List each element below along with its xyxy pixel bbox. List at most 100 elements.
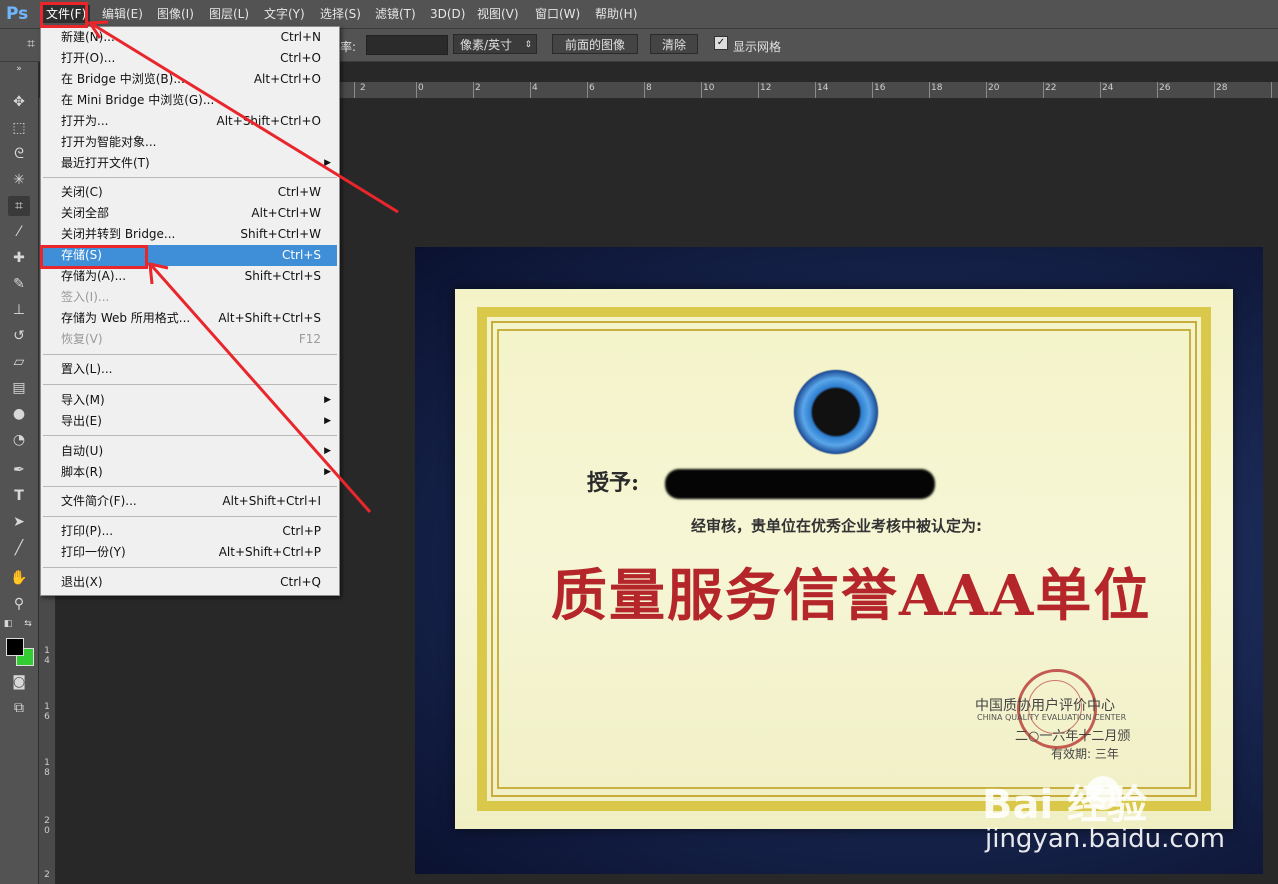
- healing-brush-tool-icon[interactable]: ✚: [8, 248, 30, 268]
- menu-item-browse-bridge[interactable]: 在 Bridge 中浏览(B)... Alt+Ctrl+O: [43, 69, 337, 90]
- menu-item-open-as[interactable]: 打开为... Alt+Shift+Ctrl+O: [43, 111, 337, 132]
- pen-tool-icon[interactable]: ✒: [8, 460, 30, 480]
- ruler-mark: [872, 82, 873, 98]
- menu-filter[interactable]: 滤镜(T): [371, 5, 420, 23]
- crop-tool-icon[interactable]: ⌗: [8, 196, 30, 216]
- photoshop-logo: Ps: [6, 4, 29, 24]
- menu-item-close-all[interactable]: 关闭全部 Alt+Ctrl+W: [43, 203, 337, 224]
- menu-item-shortcut: Ctrl+O: [280, 51, 321, 65]
- menu-item-close-go-bridge[interactable]: 关闭并转到 Bridge... Shift+Ctrl+W: [43, 224, 337, 245]
- move-tool-icon[interactable]: ✥: [8, 92, 30, 112]
- ruler-label: 4: [532, 83, 538, 93]
- menu-item-place[interactable]: 置入(L)...: [43, 359, 337, 380]
- menu-item-shortcut: Alt+Shift+Ctrl+S: [218, 311, 321, 325]
- path-selection-tool-icon[interactable]: ➤: [8, 512, 30, 532]
- menu-item-label: 存储为(A)...: [61, 269, 127, 283]
- menu-separator: [43, 354, 337, 355]
- menu-separator: [43, 486, 337, 487]
- crop-tool-preset-icon[interactable]: ⌗: [20, 34, 42, 54]
- baidu-paw-icon: [1086, 776, 1120, 810]
- marquee-tool-icon[interactable]: ⬚: [8, 118, 30, 138]
- ruler-mark: [1043, 82, 1044, 98]
- zoom-tool-icon[interactable]: ⚲: [8, 594, 30, 614]
- menu-item-open[interactable]: 打开(O)... Ctrl+O: [43, 48, 337, 69]
- menu-item-file-info[interactable]: 文件简介(F)... Alt+Shift+Ctrl+I: [43, 491, 337, 512]
- menu-item-new[interactable]: 新建(N)... Ctrl+N: [43, 27, 337, 48]
- menu-item-label: 签入(I)...: [61, 290, 110, 304]
- menu-edit[interactable]: 编辑(E): [98, 5, 147, 23]
- menu-item-recent-files[interactable]: 最近打开文件(T) ▶: [43, 153, 337, 174]
- menu-type[interactable]: 文字(Y): [260, 5, 309, 23]
- menu-item-label: 打印一份(Y): [61, 545, 126, 559]
- menu-3d[interactable]: 3D(D): [426, 5, 469, 23]
- menu-item-revert: 恢复(V) F12: [43, 329, 337, 350]
- dodge-tool-icon[interactable]: ◔: [8, 430, 30, 450]
- brush-tool-icon[interactable]: ✎: [8, 274, 30, 294]
- annotation-box-file-menu: [40, 2, 88, 28]
- ruler-label: 26: [1159, 83, 1171, 93]
- hand-tool-icon[interactable]: ✋: [8, 568, 30, 588]
- resolution-input[interactable]: [366, 35, 448, 55]
- default-colors-icon[interactable]: ◧: [2, 618, 14, 630]
- certificate-recipient-label: 授予:: [587, 470, 640, 496]
- menu-item-label: 文件简介(F)...: [61, 494, 137, 508]
- menu-item-save-as[interactable]: 存储为(A)... Shift+Ctrl+S: [43, 266, 337, 287]
- menu-help[interactable]: 帮助(H): [591, 5, 641, 23]
- menu-item-open-smart-object[interactable]: 打开为智能对象...: [43, 132, 337, 153]
- clone-stamp-tool-icon[interactable]: ⊥: [8, 300, 30, 320]
- certificate-emblem: [793, 369, 879, 455]
- gradient-tool-icon[interactable]: ▤: [8, 378, 30, 398]
- menu-image[interactable]: 图像(I): [153, 5, 198, 23]
- foreground-color-swatch[interactable]: [6, 638, 24, 656]
- show-grid-checkbox[interactable]: ✓: [714, 36, 728, 50]
- ruler-mark: [530, 82, 531, 98]
- menu-separator: [43, 435, 337, 436]
- quick-mask-icon[interactable]: ◙: [8, 672, 30, 692]
- menu-item-shortcut: Alt+Shift+Ctrl+O: [216, 114, 321, 128]
- select-arrows-icon: ⇕: [524, 40, 532, 50]
- menu-item-print-one-copy[interactable]: 打印一份(Y) Alt+Shift+Ctrl+P: [43, 542, 337, 563]
- menu-item-import[interactable]: 导入(M) ▶: [43, 390, 337, 411]
- menu-item-shortcut: Ctrl+P: [282, 524, 321, 538]
- menu-window[interactable]: 窗口(W): [531, 5, 584, 23]
- ruler-mark: [815, 82, 816, 98]
- ruler-mark: [701, 82, 702, 98]
- clear-button[interactable]: 清除: [650, 34, 698, 54]
- ruler-label: 0: [418, 83, 424, 93]
- line-tool-icon[interactable]: ╱: [8, 538, 30, 558]
- menu-layer[interactable]: 图层(L): [205, 5, 253, 23]
- ruler-label: 14: [817, 83, 829, 93]
- swap-colors-icon[interactable]: ⇆: [22, 618, 34, 630]
- ruler-mark: [416, 82, 417, 98]
- menu-item-close[interactable]: 关闭(C) Ctrl+W: [43, 182, 337, 203]
- menu-select[interactable]: 选择(S): [316, 5, 365, 23]
- type-tool-icon[interactable]: T: [8, 486, 30, 506]
- menu-item-print[interactable]: 打印(P)... Ctrl+P: [43, 521, 337, 542]
- ruler-label: 1 8: [44, 758, 50, 778]
- menu-item-label: 导入(M): [61, 393, 105, 407]
- menu-item-exit[interactable]: 退出(X) Ctrl+Q: [43, 572, 337, 593]
- blur-tool-icon[interactable]: ●: [8, 404, 30, 424]
- menu-item-label: 打开(O)...: [61, 51, 116, 65]
- menu-item-label: 打印(P)...: [61, 524, 114, 538]
- lasso-tool-icon[interactable]: ᘓ: [8, 144, 30, 164]
- history-brush-tool-icon[interactable]: ↺: [8, 326, 30, 346]
- menu-item-shortcut: Alt+Ctrl+W: [251, 206, 321, 220]
- menu-item-label: 打开为...: [61, 114, 109, 128]
- menu-view[interactable]: 视图(V): [473, 5, 523, 23]
- menu-item-save-for-web[interactable]: 存储为 Web 所用格式... Alt+Shift+Ctrl+S: [43, 308, 337, 329]
- panel-collapse-icon[interactable]: »: [8, 64, 30, 74]
- menu-item-scripts[interactable]: 脚本(R) ▶: [43, 462, 337, 483]
- resolution-unit-select[interactable]: 像素/英寸 ⇕: [453, 34, 537, 54]
- menu-item-label: 新建(N)...: [61, 30, 115, 44]
- magic-wand-tool-icon[interactable]: ✳: [8, 170, 30, 190]
- menu-item-browse-mini-bridge[interactable]: 在 Mini Bridge 中浏览(G)...: [43, 90, 337, 111]
- menu-item-automate[interactable]: 自动(U) ▶: [43, 441, 337, 462]
- front-image-button[interactable]: 前面的图像: [552, 34, 638, 54]
- certificate-issuer: 中国质协用户评价中心: [975, 698, 1115, 714]
- eyedropper-tool-icon[interactable]: ⁄: [8, 222, 30, 242]
- eraser-tool-icon[interactable]: ▱: [8, 352, 30, 372]
- menu-item-export[interactable]: 导出(E) ▶: [43, 411, 337, 432]
- screen-mode-icon[interactable]: ⧉: [8, 698, 30, 718]
- ruler-label: 2 0: [44, 816, 50, 836]
